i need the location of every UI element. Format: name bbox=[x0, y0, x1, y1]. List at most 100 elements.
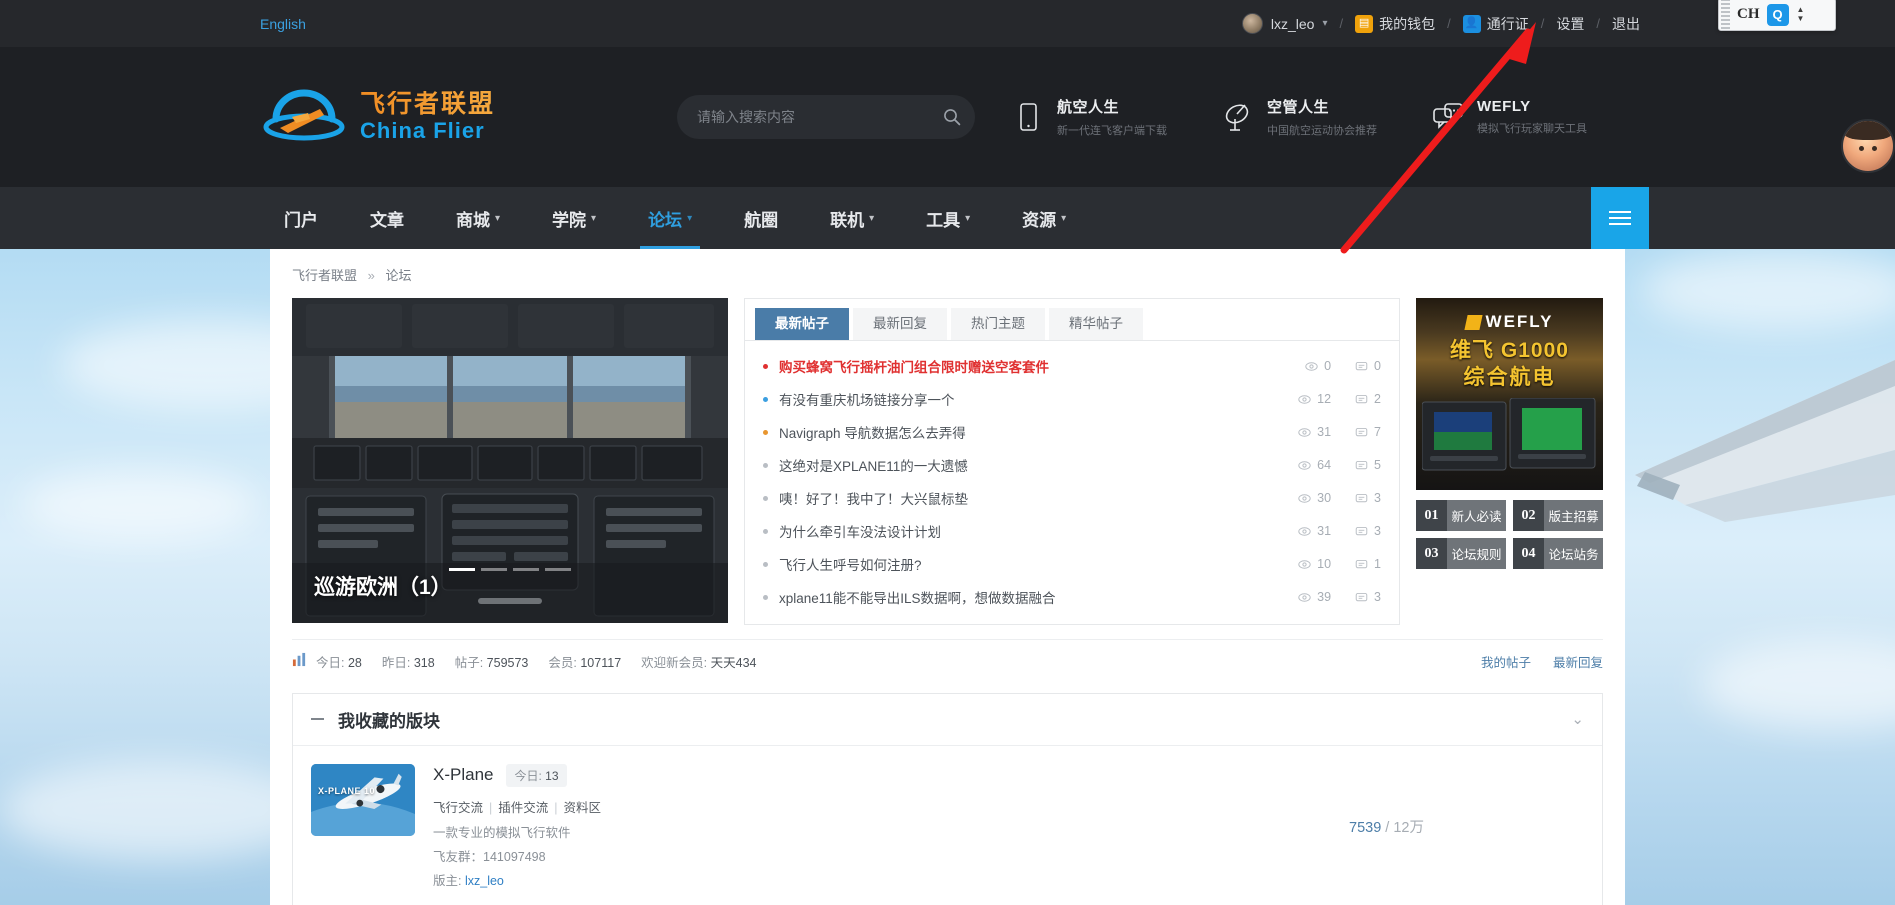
post-title[interactable]: Navigraph 导航数据怎么去弄得 bbox=[779, 422, 966, 442]
minus-icon[interactable] bbox=[311, 718, 324, 720]
site-logo[interactable]: 飞行者联盟 China Flier bbox=[258, 83, 495, 151]
nav-item-resource[interactable]: 资源 ▾ bbox=[996, 187, 1092, 249]
bullet-icon bbox=[763, 462, 768, 468]
ime-toolbar[interactable]: CH Q ▲ ▼ bbox=[1718, 0, 1836, 31]
nav-item-academy[interactable]: 学院 ▾ bbox=[526, 187, 622, 249]
carousel-dot[interactable] bbox=[513, 568, 539, 571]
tile-number: 04 bbox=[1513, 538, 1544, 569]
passport-link[interactable]: 👤 通行证 bbox=[1462, 14, 1529, 34]
list-item[interactable]: 购买蜂窝飞行摇杆油门组合限时赠送空客套件 0 0 bbox=[763, 350, 1381, 383]
logout-link[interactable]: 退出 bbox=[1612, 14, 1640, 34]
stat-value: 318 bbox=[413, 655, 435, 670]
nav-item-portal[interactable]: 门户 bbox=[258, 187, 344, 249]
table-row: X-PLANE 10 X-Plane 今日: 13 飞行交流 | 插件交流 | 资料区 … bbox=[293, 746, 1602, 905]
logout-label: 退出 bbox=[1612, 15, 1640, 32]
post-title[interactable]: 咦！好了！我中了！大兴鼠标垫 bbox=[779, 488, 968, 508]
tile-forum-rules[interactable]: 03 论坛规则 bbox=[1416, 538, 1506, 569]
view-count: 64 bbox=[1298, 458, 1331, 472]
nav-item-circle[interactable]: 航圈 bbox=[718, 187, 804, 249]
list-item[interactable]: 有没有重庆机场链接分享一个 12 2 bbox=[763, 383, 1381, 416]
carousel-dot[interactable] bbox=[545, 568, 571, 571]
ime-expand-icon[interactable]: ▲ ▼ bbox=[1797, 6, 1805, 23]
link-my-posts[interactable]: 我的帖子 bbox=[1481, 652, 1531, 671]
chevron-down-icon[interactable]: ⌄ bbox=[1571, 710, 1584, 728]
app-title: 航空人生 bbox=[1057, 99, 1120, 116]
header-avatar[interactable] bbox=[1841, 119, 1895, 173]
forum-info: X-Plane 今日: 13 飞行交流 | 插件交流 | 资料区 一款专业的模拟飞行软件… bbox=[433, 763, 1331, 889]
sub-board-link[interactable]: 资料区 bbox=[564, 801, 602, 815]
tile-forum-affairs[interactable]: 04 论坛站务 bbox=[1513, 538, 1603, 569]
view-count: 12 bbox=[1298, 392, 1331, 406]
tile-number: 02 bbox=[1513, 500, 1544, 531]
forum-name[interactable]: X-Plane bbox=[433, 765, 493, 785]
ad-brand-row: WEFLY bbox=[1416, 312, 1603, 332]
reply-count: 3 bbox=[1355, 590, 1381, 604]
breadcrumb-root[interactable]: 飞行者联盟 bbox=[292, 268, 357, 283]
advertisement-banner[interactable]: WEFLY 维飞 G1000 综合航电 bbox=[1416, 298, 1603, 490]
nav-item-multiplayer[interactable]: 联机 ▾ bbox=[804, 187, 900, 249]
link-latest-replies[interactable]: 最新回复 bbox=[1553, 652, 1603, 671]
app-link-atc-life[interactable]: 空管人生 中国航空运动协会推荐 bbox=[1221, 96, 1377, 138]
list-item[interactable]: 咦！好了！我中了！大兴鼠标垫 30 3 bbox=[763, 482, 1381, 515]
settings-link[interactable]: 设置 bbox=[1556, 14, 1584, 34]
app-link-wefly[interactable]: WEFLY 模拟飞行玩家聊天工具 bbox=[1431, 98, 1587, 136]
search-input[interactable] bbox=[697, 109, 938, 125]
post-title[interactable]: 购买蜂窝飞行摇杆油门组合限时赠送空客套件 bbox=[779, 356, 1049, 376]
ad-line-1: 维飞 G1000 bbox=[1450, 339, 1569, 362]
carousel-dot[interactable] bbox=[449, 568, 475, 571]
sub-board-link[interactable]: 飞行交流 bbox=[433, 801, 483, 815]
nav-item-shop[interactable]: 商城 ▾ bbox=[430, 187, 526, 249]
breadcrumb-current[interactable]: 论坛 bbox=[386, 268, 412, 283]
chevron-down-icon: ▾ bbox=[495, 212, 501, 224]
post-title[interactable]: 为什么牵引车没法设计计划 bbox=[779, 521, 941, 541]
list-item[interactable]: 这绝对是XPLANE11的一大遗憾 64 5 bbox=[763, 449, 1381, 482]
settings-label: 设置 bbox=[1556, 15, 1585, 32]
bullet-icon bbox=[763, 396, 768, 402]
featured-carousel[interactable]: 巡游欧洲（1） bbox=[292, 298, 728, 623]
logo-text: 飞行者联盟 China Flier bbox=[360, 91, 495, 143]
user-menu[interactable]: lxz_leo ▾ bbox=[1241, 13, 1328, 34]
tab-hot-topics[interactable]: 热门主题 bbox=[951, 308, 1045, 340]
hamburger-icon[interactable] bbox=[1591, 187, 1649, 249]
list-item[interactable]: xplane11能不能导出ILS数据啊，想做数据融合 39 3 bbox=[763, 581, 1381, 614]
sub-board-links: 飞行交流 | 插件交流 | 资料区 bbox=[433, 800, 602, 815]
tab-latest-replies[interactable]: 最新回复 bbox=[853, 308, 947, 340]
forum-stats-bar: 今日: 28 昨日: 318 帖子: 759573 会员: 107117 欢迎新… bbox=[292, 638, 1603, 683]
sub-board-link[interactable]: 插件交流 bbox=[498, 801, 548, 815]
app-link-aviation-life[interactable]: 航空人生 新一代连飞客户端下载 bbox=[1011, 96, 1167, 138]
search-box[interactable] bbox=[677, 95, 976, 139]
post-title[interactable]: 有没有重庆机场链接分享一个 bbox=[779, 389, 955, 409]
nav-item-tools[interactable]: 工具 ▾ bbox=[900, 187, 996, 249]
list-item[interactable]: 为什么牵引车没法设计计划 31 3 bbox=[763, 515, 1381, 548]
bullet-icon bbox=[763, 561, 768, 567]
forum-description: 一款专业的模拟飞行软件 bbox=[433, 825, 571, 840]
list-item[interactable]: 飞行人生呼号如何注册? 10 1 bbox=[763, 548, 1381, 581]
new-member-link[interactable]: 天天434 bbox=[711, 656, 757, 670]
tab-latest-posts[interactable]: 最新帖子 bbox=[755, 308, 849, 340]
ime-logo-icon[interactable]: Q bbox=[1766, 3, 1789, 26]
nav-item-forum[interactable]: 论坛 ▾ bbox=[622, 187, 718, 249]
chevron-down-icon: ▾ bbox=[591, 212, 597, 224]
post-title[interactable]: 飞行人生呼号如何注册? bbox=[779, 554, 922, 574]
carousel-dot[interactable] bbox=[481, 568, 507, 571]
wallet-link[interactable]: ▤ 我的钱包 bbox=[1355, 14, 1435, 34]
tile-moderator-recruit[interactable]: 02 版主招募 bbox=[1513, 500, 1603, 531]
ime-mode-label[interactable]: CH bbox=[1737, 6, 1760, 23]
language-switch[interactable]: English bbox=[260, 16, 306, 32]
post-title[interactable]: xplane11能不能导出ILS数据啊，想做数据融合 bbox=[779, 587, 1056, 607]
top-utility-bar: English lxz_leo ▾ / ▤ 我的钱包 / 👤 通行证 / 设置 … bbox=[0, 0, 1895, 47]
logo-icon bbox=[263, 89, 345, 141]
ime-drag-handle[interactable] bbox=[1721, 0, 1730, 30]
reply-count: 3 bbox=[1355, 491, 1381, 505]
post-title[interactable]: 这绝对是XPLANE11的一大遗憾 bbox=[779, 455, 968, 475]
list-item[interactable]: Navigraph 导航数据怎么去弄得 31 7 bbox=[763, 416, 1381, 449]
tile-newcomer-guide[interactable]: 01 新人必读 bbox=[1416, 500, 1506, 531]
forum-thumbnail[interactable]: X-PLANE 10 bbox=[311, 763, 415, 836]
content-card: 飞行者联盟 » 论坛 巡游欧洲（1） 最新帖子 最新回复 热门主题 精华帖子 购… bbox=[270, 249, 1625, 905]
nav-items: 门户 文章 商城 ▾ 学院 ▾ 论坛 ▾ 航圈 联机 ▾ 工具 ▾ 资源 ▾ bbox=[258, 187, 1092, 249]
nav-item-article[interactable]: 文章 bbox=[344, 187, 430, 249]
tab-featured-posts[interactable]: 精华帖子 bbox=[1049, 308, 1143, 340]
mod-link[interactable]: lxz_leo bbox=[465, 874, 504, 888]
breadcrumb: 飞行者联盟 » 论坛 bbox=[270, 249, 1625, 298]
search-icon[interactable] bbox=[937, 102, 967, 132]
